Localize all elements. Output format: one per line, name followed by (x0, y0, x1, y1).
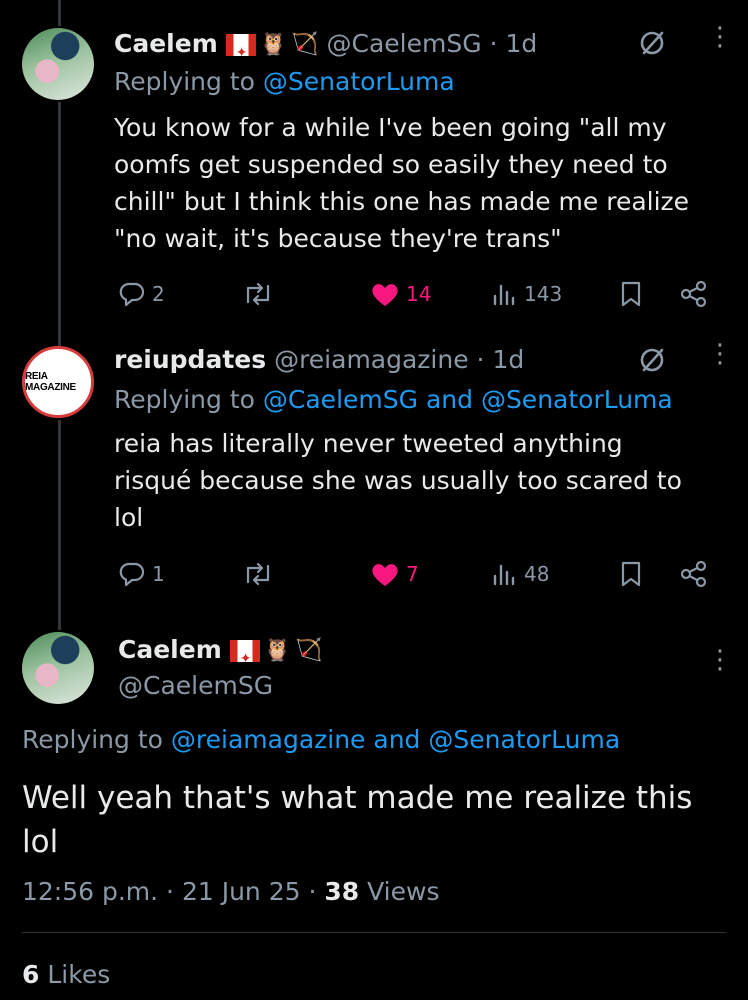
tweet-header: reiupdates @reiamagazine · 1d (114, 342, 708, 378)
retweet-button[interactable] (242, 556, 274, 592)
reply-button[interactable]: 2 (118, 276, 165, 312)
more-icon[interactable]: ⋮ (707, 341, 733, 367)
display-name[interactable]: Caelem (118, 635, 222, 664)
timestamp[interactable]: 1d (505, 29, 537, 58)
more-icon[interactable]: ⋮ (707, 647, 733, 673)
likes-row[interactable]: 6 Likes (22, 957, 708, 993)
action-bar: 1 7 48 (114, 556, 714, 592)
like-count: 7 (406, 562, 419, 586)
heart-icon (372, 564, 398, 586)
text-line: You know for a while I've been going "al… (114, 113, 667, 142)
replying-to: Replying to @reiamagazine and @SenatorLu… (22, 722, 708, 758)
views-count: 48 (524, 562, 550, 586)
grok-icon[interactable] (638, 346, 666, 374)
bookmark-icon[interactable] (620, 280, 642, 308)
thread-line-1 (58, 102, 61, 346)
timestamp[interactable]: 1d (492, 345, 524, 374)
reply-icon (119, 282, 145, 307)
bow-arrow-emoji: 🏹 (291, 32, 319, 57)
likes-label: Likes (47, 960, 111, 989)
handle[interactable]: @reiamagazine (274, 345, 469, 374)
main-tweet-text: Well yeah that's what made me realize th… (22, 776, 722, 864)
text-line: Well yeah that's what made me realize th… (22, 780, 693, 816)
views-button[interactable]: 143 (492, 276, 562, 312)
views-button[interactable]: 48 (492, 556, 549, 592)
main-handle-row: @CaelemSG (118, 668, 708, 704)
heart-icon (372, 284, 398, 306)
views-count: 38 (324, 877, 360, 906)
mention-link[interactable]: @SenatorLuma (481, 385, 673, 414)
share-icon[interactable] (680, 280, 708, 308)
replying-to-label: Replying to (114, 385, 255, 414)
text-line: reia has literally never tweeted anythin… (114, 429, 623, 458)
share-icon[interactable] (680, 560, 708, 588)
retweet-icon (246, 562, 270, 586)
timestamp-row: 12:56 p.m. · 21 Jun 25 · 38 Views (22, 874, 708, 910)
avatar[interactable]: REIA MAGAZINE (22, 346, 94, 418)
display-name[interactable]: Caelem (114, 29, 218, 58)
action-bar: 2 14 143 (114, 276, 714, 312)
views-icon (493, 284, 515, 306)
text-line: lol (114, 503, 144, 532)
like-button[interactable]: 14 (370, 276, 431, 312)
text-line: risqué because she was usually too scare… (114, 466, 682, 495)
views-label: Views (367, 877, 440, 906)
and-text: and (425, 385, 473, 414)
thread-line-2 (58, 420, 61, 630)
handle[interactable]: @CaelemSG (327, 29, 482, 58)
tweet-text: reia has literally never tweeted anythin… (114, 425, 724, 536)
views-count: 143 (524, 282, 563, 306)
display-name[interactable]: reiupdates (114, 345, 266, 374)
thread-line-top (58, 0, 61, 26)
likes-count: 6 (22, 960, 40, 989)
mention-link[interactable]: @SenatorLuma (428, 725, 620, 754)
like-count: 14 (406, 282, 432, 306)
main-header: Caelem 🦉🏹 (118, 632, 708, 677)
owl-emoji: 🦉 (263, 638, 292, 663)
canada-flag-icon (229, 640, 260, 677)
more-icon[interactable]: ⋮ (707, 24, 733, 50)
retweet-icon (246, 282, 270, 306)
bookmark-icon[interactable] (620, 560, 642, 588)
text-line: lol (22, 824, 59, 860)
text-line: chill" but I think this one has made me … (114, 187, 690, 216)
dot-separator: · (481, 29, 506, 58)
reply-count: 2 (152, 282, 165, 306)
reply-count: 1 (152, 562, 165, 586)
avatar-logo-text: REIA MAGAZINE (25, 371, 76, 393)
tweet-header: Caelem 🦉🏹 @CaelemSG · 1d (114, 26, 708, 71)
replying-to-label: Replying to (22, 725, 163, 754)
dot-separator: · (468, 345, 493, 374)
replying-to: Replying to @CaelemSG and @SenatorLuma (114, 382, 708, 418)
reply-button[interactable]: 1 (118, 556, 165, 592)
canada-flag-icon (225, 34, 256, 71)
replying-to: Replying to @SenatorLuma (114, 64, 708, 100)
mention-link[interactable]: @CaelemSG (263, 385, 418, 414)
replying-to-label: Replying to (114, 67, 255, 96)
owl-emoji: 🦉 (259, 32, 288, 57)
avatar[interactable] (22, 28, 94, 100)
views-icon (493, 564, 515, 586)
text-line: "no wait, it's because they're trans" (114, 224, 562, 253)
mention-link[interactable]: @reiamagazine (171, 725, 366, 754)
timestamp[interactable]: 12:56 p.m. · 21 Jun 25 · (22, 877, 316, 906)
and-text: and (373, 725, 421, 754)
divider (22, 932, 726, 933)
handle[interactable]: @CaelemSG (118, 671, 273, 700)
bow-arrow-emoji: 🏹 (295, 638, 323, 663)
text-line: oomfs get suspended so easily they need … (114, 150, 668, 179)
tweet-text: You know for a while I've been going "al… (114, 109, 724, 257)
grok-icon[interactable] (638, 29, 666, 57)
reply-icon (119, 562, 145, 587)
like-button[interactable]: 7 (370, 556, 419, 592)
retweet-button[interactable] (242, 276, 274, 312)
avatar[interactable] (22, 632, 94, 704)
mention-link[interactable]: @SenatorLuma (263, 67, 455, 96)
